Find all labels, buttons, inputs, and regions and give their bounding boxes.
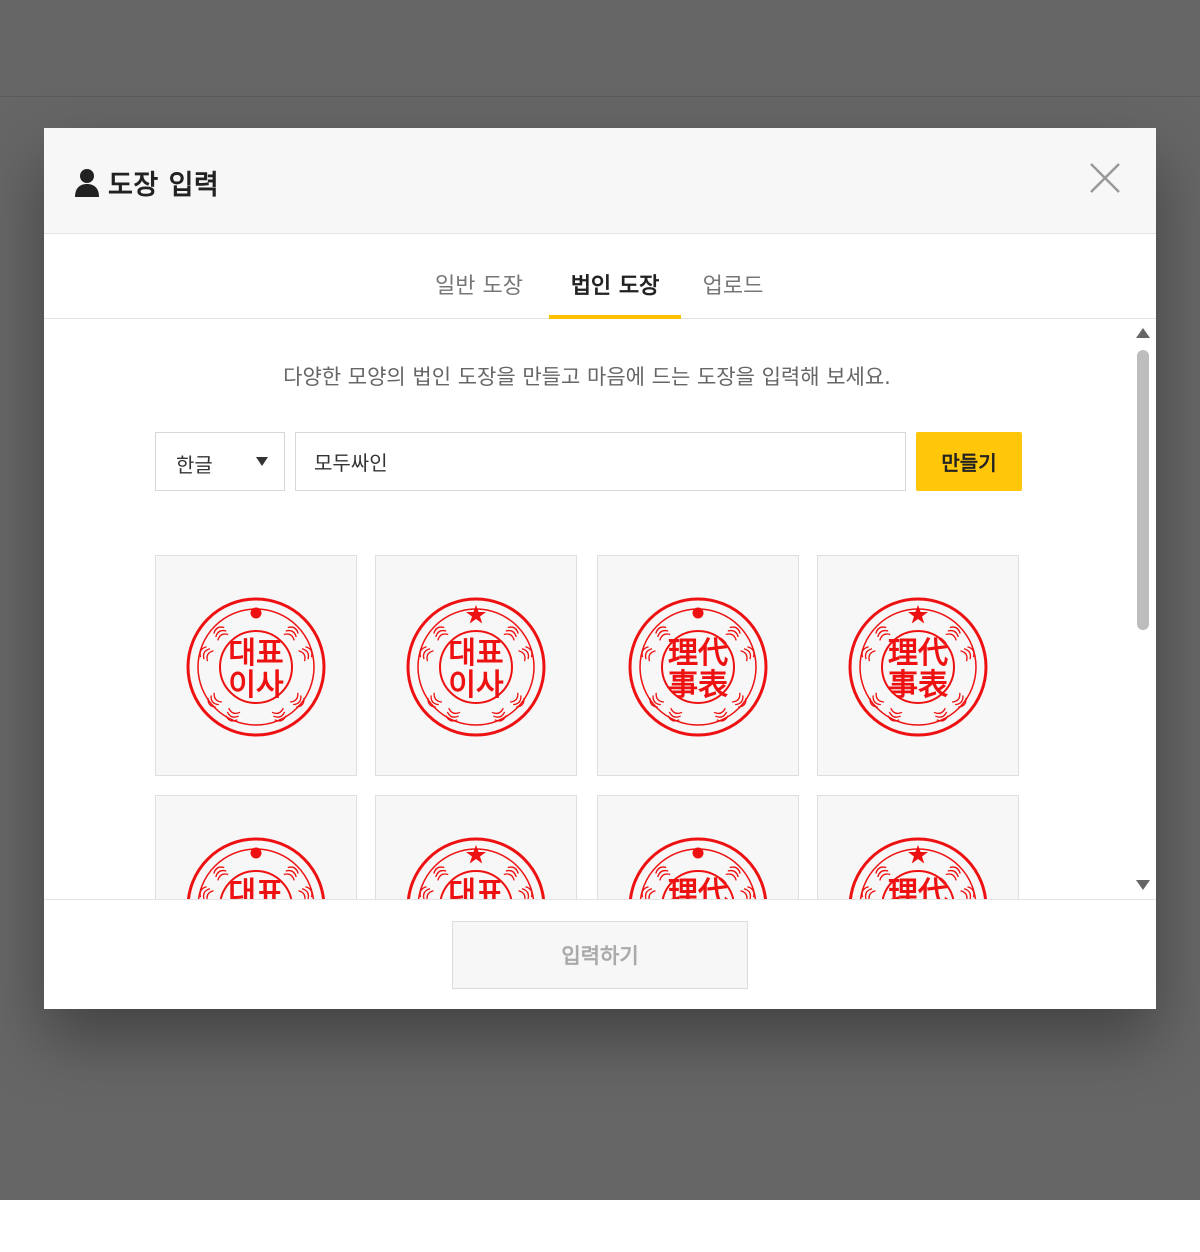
stamp-text-line: 대표 (228, 876, 283, 900)
corporate-stamp-image: 대표이사 (406, 597, 546, 737)
star-icon (466, 605, 486, 624)
scroll-thumb[interactable] (1137, 350, 1149, 630)
modal-header: 도장 입력 (44, 128, 1156, 234)
dot-icon (692, 607, 704, 619)
stamp-type-tabs: 일반 도장 법인 도장 업로드 (44, 234, 1156, 319)
dot-icon (250, 847, 262, 859)
stamp-name-input[interactable] (295, 432, 906, 491)
stamp-option[interactable]: 理代事表 (817, 795, 1019, 900)
star-icon (466, 845, 486, 864)
star-icon (908, 845, 928, 864)
stamp-option[interactable]: 理代事表 (817, 555, 1019, 776)
tab-upload[interactable]: 업로드 (694, 268, 772, 319)
person-icon (75, 168, 99, 197)
dot-icon (250, 607, 262, 619)
stamp-text-line: 理代 (668, 876, 728, 900)
dot-icon (692, 847, 704, 859)
modal-title: 도장 입력 (74, 163, 219, 202)
modal-footer: 입력하기 (44, 899, 1156, 1009)
scroll-down-icon[interactable] (1136, 880, 1150, 890)
stamp-input-modal: 도장 입력 일반 도장 법인 도장 업로드 다양한 모양의 법인 도장을 만들고… (44, 128, 1156, 1009)
language-select[interactable]: 한글 (155, 432, 285, 491)
corporate-stamp-image: 理代事表 (848, 597, 988, 737)
tab-corporate-stamp[interactable]: 법인 도장 (549, 268, 681, 319)
scroll-up-icon[interactable] (1136, 328, 1150, 338)
stamp-text-line: 理代 (888, 876, 948, 900)
stamp-description: 다양한 모양의 법인 도장을 만들고 마음에 드는 도장을 입력해 보세요. (283, 365, 891, 389)
corporate-stamp-image: 대표이사 (186, 837, 326, 900)
stamp-option[interactable]: 대표이사 (155, 795, 357, 900)
stamp-text-line: 事表 (888, 668, 948, 703)
stamp-option[interactable]: 대표이사 (375, 795, 577, 900)
star-icon (908, 605, 928, 624)
stamp-text-line: 이사 (228, 668, 284, 703)
corporate-stamp-image: 理代事表 (628, 837, 768, 900)
backdrop-divider (0, 96, 1200, 97)
stamp-text-line: 대표 (448, 636, 503, 671)
stamp-text-line: 대표 (448, 876, 503, 900)
make-stamp-button[interactable]: 만들기 (916, 432, 1022, 491)
stamp-text-line: 理代 (668, 636, 728, 671)
stamp-text-line: 대표 (228, 636, 283, 671)
stamp-content-area[interactable]: 다양한 모양의 법인 도장을 만들고 마음에 드는 도장을 입력해 보세요. 한… (44, 319, 1156, 900)
corporate-stamp-image: 대표이사 (186, 597, 326, 737)
corporate-stamp-image: 理代事表 (628, 597, 768, 737)
stamp-text-line: 理代 (888, 636, 948, 671)
stamp-text-line: 事表 (668, 668, 728, 703)
stamp-option[interactable]: 대표이사 (375, 555, 577, 776)
tab-general-stamp[interactable]: 일반 도장 (424, 268, 534, 319)
stamp-option[interactable]: 理代事表 (597, 555, 799, 776)
caret-down-icon (256, 457, 268, 466)
close-icon[interactable] (1088, 161, 1122, 195)
stamp-option[interactable]: 대표이사 (155, 555, 357, 776)
language-select-value: 한글 (176, 453, 213, 477)
submit-button[interactable]: 입력하기 (452, 921, 748, 989)
corporate-stamp-image: 대표이사 (406, 837, 546, 900)
stamp-option[interactable]: 理代事表 (597, 795, 799, 900)
stamp-text-line: 이사 (448, 668, 504, 703)
modal-title-text: 도장 입력 (108, 170, 220, 201)
corporate-stamp-image: 理代事表 (848, 837, 988, 900)
content-scrollbar[interactable] (1136, 328, 1152, 898)
